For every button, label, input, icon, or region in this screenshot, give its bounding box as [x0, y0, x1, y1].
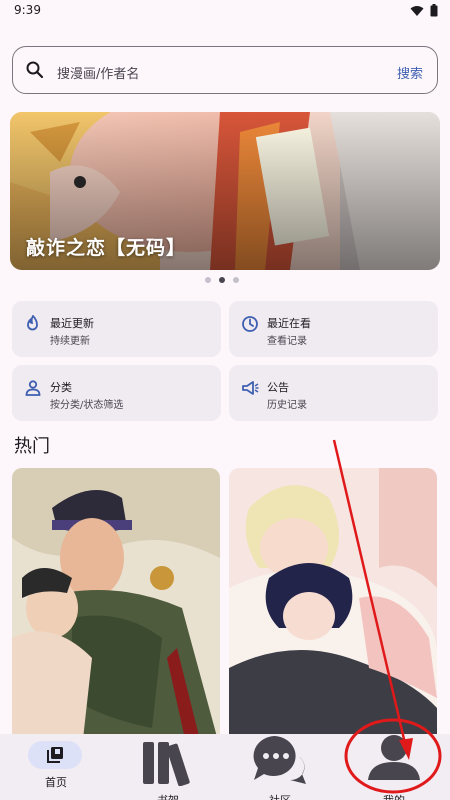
- flame-icon: [27, 315, 38, 331]
- quick-link-title: 最近在看: [267, 317, 311, 330]
- status-time: 9:39: [14, 3, 41, 17]
- nav-item-home[interactable]: 首页: [0, 734, 112, 800]
- comic-cover[interactable]: [229, 468, 437, 748]
- library-icon: [47, 747, 63, 763]
- hot-section-title: 热门: [14, 436, 50, 457]
- search-icon: [26, 61, 44, 79]
- quick-link-announcements[interactable]: 公告 历史记录: [229, 365, 438, 421]
- nav-label: 我的: [338, 792, 450, 800]
- quick-link-recently-viewed[interactable]: 最近在看 查看记录: [229, 301, 438, 357]
- status-icons: [410, 4, 438, 17]
- carousel-dot-active[interactable]: [219, 277, 225, 283]
- person-icon: [25, 380, 41, 396]
- quick-link-subtitle: 按分类/状态筛选: [50, 400, 124, 411]
- quick-link-subtitle: 查看记录: [267, 336, 307, 347]
- nav-item-community[interactable]: 社区: [224, 734, 336, 800]
- nav-item-bookshelf[interactable]: 书架: [112, 734, 224, 800]
- quick-link-subtitle: 历史记录: [267, 400, 307, 411]
- nav-label: 书架: [112, 792, 224, 800]
- quick-link-recent-updates[interactable]: 最近更新 持续更新: [12, 301, 221, 357]
- nav-label: 社区: [224, 792, 336, 800]
- carousel-indicator[interactable]: [205, 277, 239, 283]
- search-input[interactable]: 搜漫画/作者名: [57, 63, 139, 82]
- quick-link-title: 分类: [50, 381, 72, 394]
- bookshelf-icon: [143, 742, 190, 786]
- comic-cover[interactable]: [12, 468, 220, 748]
- quick-link-title: 最近更新: [50, 317, 94, 330]
- chat-bubbles-icon: [253, 736, 306, 784]
- banner-title: 敲诈之恋【无码】: [26, 237, 187, 259]
- battery-icon: [430, 4, 438, 17]
- clock-icon: [242, 316, 258, 332]
- wifi-icon: [410, 5, 424, 16]
- status-bar: 9:39: [0, 0, 450, 24]
- megaphone-icon: [242, 381, 259, 395]
- search-bar[interactable]: 搜漫画/作者名 搜索: [12, 46, 438, 94]
- bottom-navigation: 首页 书架 社区 我的: [0, 734, 450, 800]
- nav-label: 首页: [45, 776, 67, 789]
- carousel-dot[interactable]: [233, 277, 239, 283]
- featured-banner[interactable]: 敲诈之恋【无码】: [10, 112, 440, 270]
- comic-cover-art: [229, 468, 437, 748]
- quick-link-categories[interactable]: 分类 按分类/状态筛选: [12, 365, 221, 421]
- search-button[interactable]: 搜索: [397, 63, 423, 82]
- quick-link-title: 公告: [267, 381, 289, 394]
- carousel-dot[interactable]: [205, 277, 211, 283]
- comic-cover-art: [12, 468, 220, 748]
- nav-item-profile[interactable]: 我的: [338, 734, 450, 800]
- quick-link-subtitle: 持续更新: [50, 336, 90, 347]
- user-icon: [368, 735, 420, 780]
